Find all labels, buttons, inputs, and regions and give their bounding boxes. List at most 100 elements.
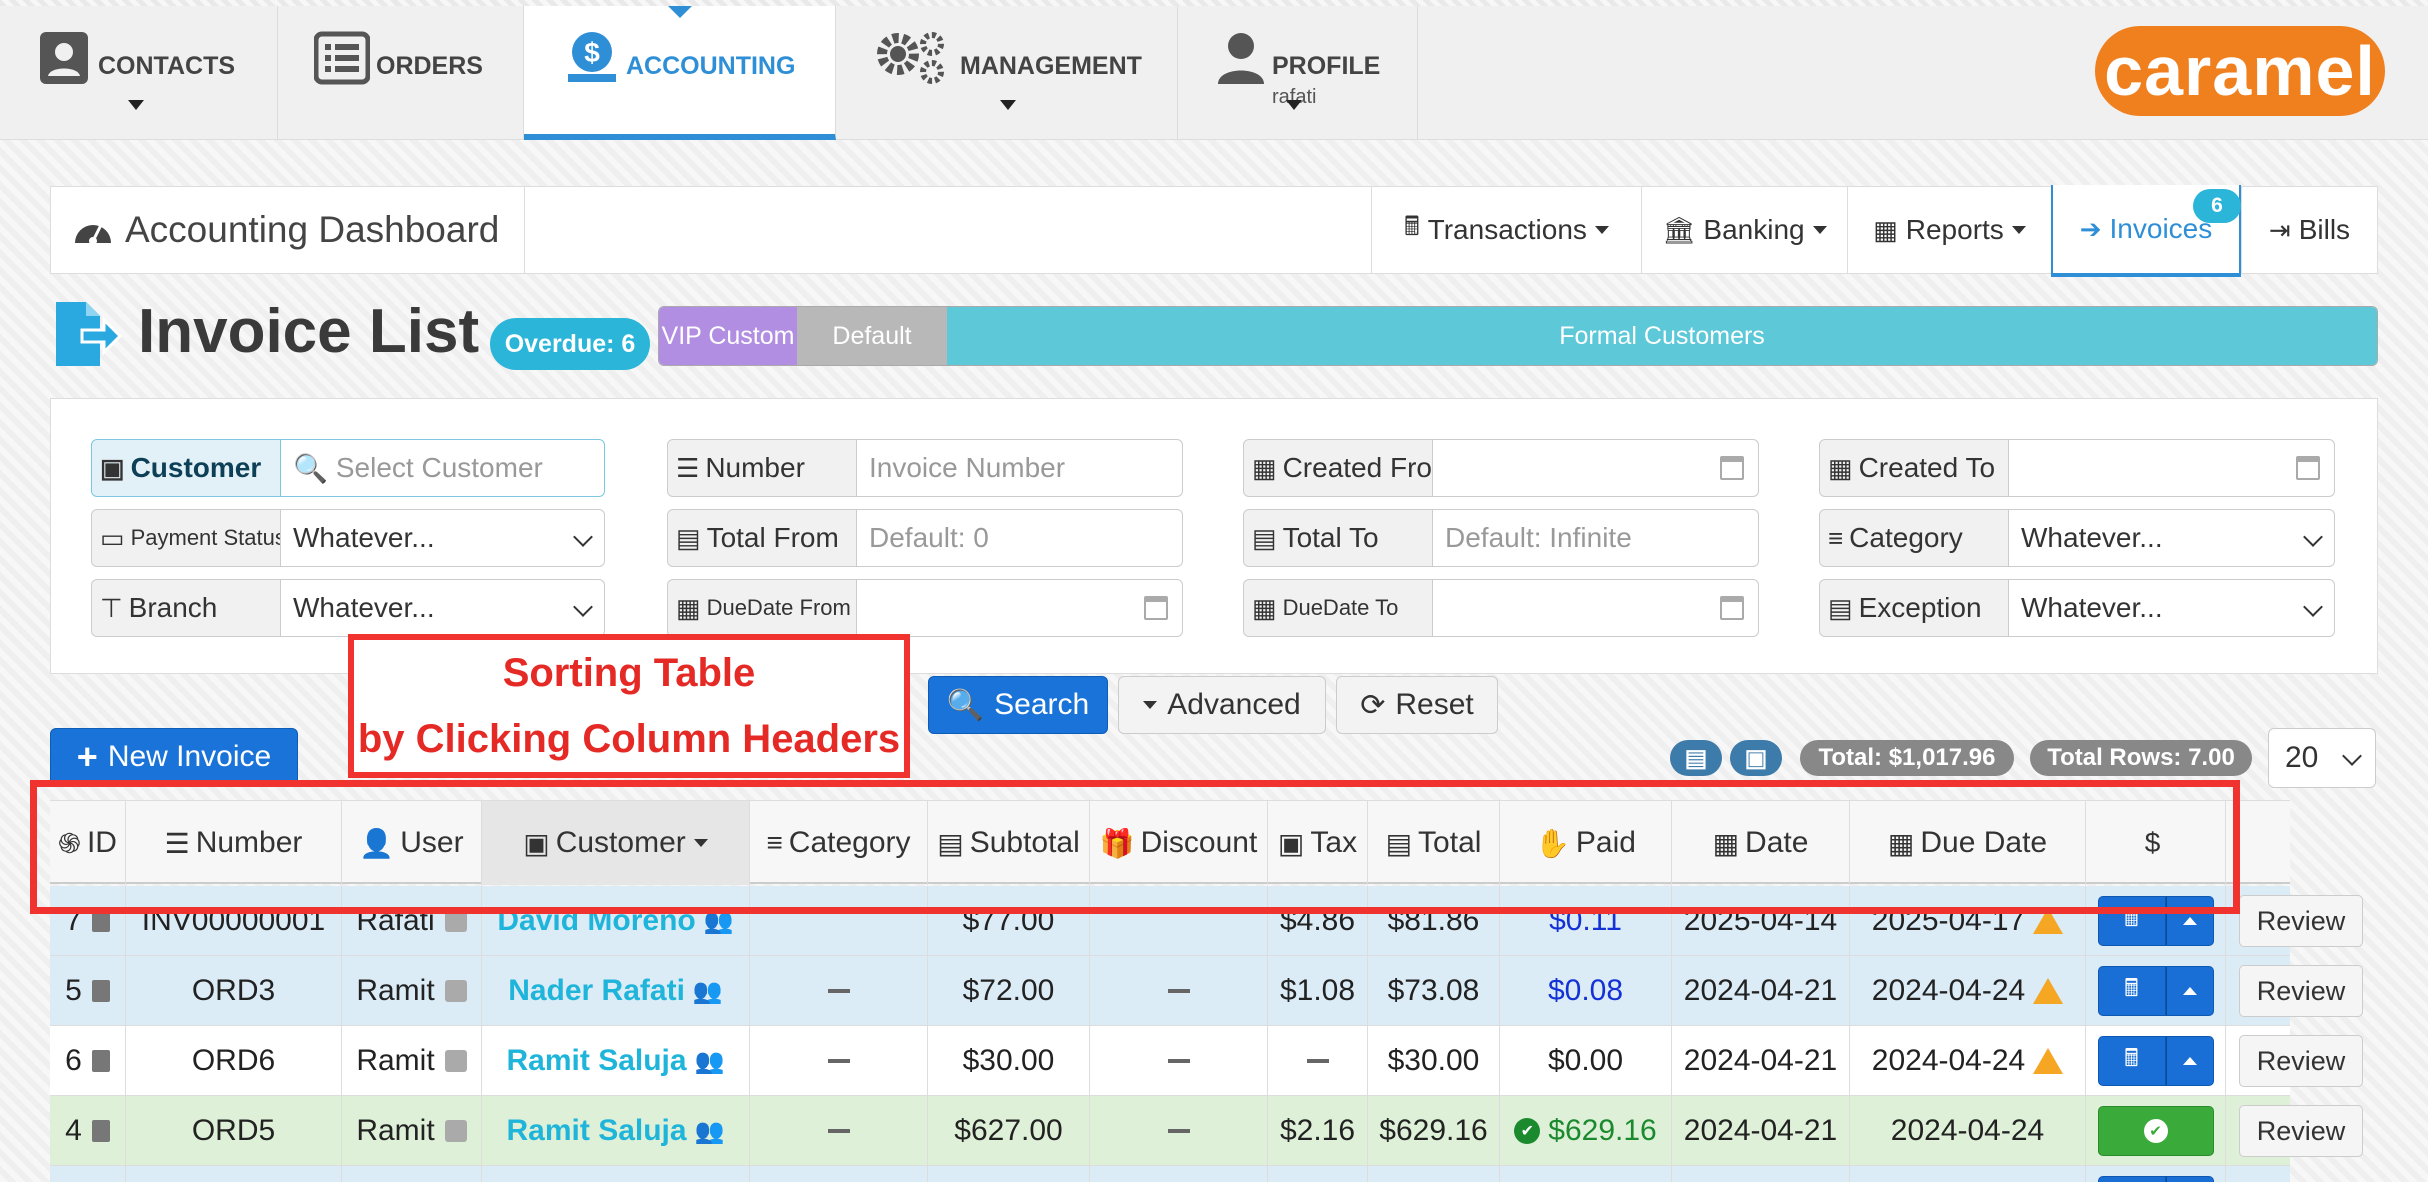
tab-invoices[interactable]: ➔ Invoices 6 [2051,185,2241,277]
pay-dropdown-button[interactable] [2165,1176,2214,1182]
total-from-input[interactable]: Default: 0 [857,509,1183,567]
customer-select[interactable]: 🔍 Select Customer [281,439,605,497]
customer-link[interactable]: Ramit Saluja [507,1044,687,1078]
pay-action-group: 🖩 [2097,1036,2214,1086]
calendar-icon: ▦ [1252,592,1277,623]
filter-number: ☰ Number Invoice Number [667,439,1183,497]
cell-subtotal [928,1166,1090,1182]
column-header-date[interactable]: ▦ Date [1672,801,1850,885]
tab-banking[interactable]: 🏛 Banking [1641,187,1847,273]
nav-accounting[interactable]: $ ACCOUNTING [524,6,836,140]
table-row[interactable]: 6 ORD6 Ramit Ramit Saluja 👥 $30.00 $30.00 $0.00… [50,1026,2363,1096]
invoice-number-input[interactable]: Invoice Number [857,439,1183,497]
cash-register-button[interactable]: 🖩 [2097,1036,2166,1086]
branch-select[interactable]: Whatever... [281,579,605,637]
nav-management-label: MANAGEMENT [960,52,1142,80]
caramel-logo[interactable]: caramel [2095,26,2385,116]
tab-reports[interactable]: ▦ Reports [1847,187,2051,273]
column-header-pay[interactable]: $ [2086,801,2226,885]
customer-link[interactable]: Nader Rafati [508,974,685,1008]
cell-customer: Ramit Saluja 👥 [482,1096,750,1166]
category-select[interactable]: Whatever... [2009,509,2335,567]
cash-register-button[interactable]: 🖩 [2097,896,2166,946]
clipboard-icon[interactable] [91,1050,110,1072]
cash-register-button[interactable]: 🖩 [2097,1176,2166,1182]
filter-duedate-to-label: ▦ DueDate To [1243,579,1433,637]
payment-status-select[interactable]: Whatever... [281,509,605,567]
column-header-due-date[interactable]: ▦ Due Date [1850,801,2086,885]
customer-link[interactable]: David Moreno [497,904,695,938]
column-header-paid[interactable]: ✋ Paid [1500,801,1672,885]
column-header-tax[interactable]: ▣ Tax [1268,801,1368,885]
created-from-input[interactable] [1433,439,1759,497]
cell-paid: $0.08 [1500,956,1672,1026]
pay-dropdown-button[interactable] [2165,896,2214,946]
paid-value: $0.08 [1547,974,1624,1007]
total-to-input[interactable]: Default: Infinite [1433,509,1759,567]
tab-transactions[interactable]: 🖩 Transactions [1371,187,1641,273]
paid-value: $0.11 [1549,904,1622,937]
review-button[interactable]: Review [2239,1105,2363,1157]
column-header-total[interactable]: ▤ Total [1368,801,1500,885]
chevron-down-icon [2303,597,2323,617]
reset-button[interactable]: ⟳ Reset [1336,676,1498,734]
customer-link[interactable]: Ramit Saluja [507,1114,687,1148]
cell-total [1368,1166,1500,1182]
calendar-icon [1720,456,1744,480]
duedate-to-input[interactable] [1433,579,1759,637]
nav-contacts[interactable]: CONTACTS [0,6,278,140]
nav-orders[interactable]: ORDERS [278,6,524,140]
column-header-user[interactable]: 👤 User [342,801,482,885]
nav-contacts-label: CONTACTS [98,52,236,80]
tab-bills[interactable]: ⇥ Bills [2241,187,2377,273]
dashboard-title-area[interactable]: Accounting Dashboard [51,187,525,273]
clipboard-icon[interactable] [91,980,110,1002]
clipboard-icon[interactable] [91,1120,110,1142]
cell-paid [1500,1166,1672,1182]
review-button[interactable]: Review [2239,1035,2363,1087]
new-invoice-button[interactable]: + New Invoice [50,728,298,786]
table-row[interactable]: 5 ORD3 Ramit Nader Rafati 👥 $72.00 $1.08 $73.08… [50,956,2363,1026]
paid-status-button[interactable]: ✔ [2097,1106,2214,1156]
category-default[interactable]: Default [797,307,947,365]
caret-up-icon [2182,987,2197,995]
table-row[interactable]: 4 ORD5 Ramit Ramit Saluja 👥 $627.00 $2.16 $629.… [50,1096,2363,1166]
table-row[interactable]: 7 INV00000001 Rafati David Moreno 👥 $77.00 $4.… [50,886,2363,956]
search-button[interactable]: 🔍 Search [928,676,1108,734]
calendar-icon [1720,596,1744,620]
briefcase-icon: ▣ [1744,744,1768,772]
nav-profile[interactable]: PROFILE rafati [1178,6,1418,140]
review-button[interactable]: Review [2239,895,2363,947]
category-vip[interactable]: VIP Custom [659,307,797,365]
briefcase-button[interactable]: ▣ [1730,740,1782,776]
page-size-select[interactable]: 20 [2268,728,2376,788]
table-row[interactable]: 🖩 [50,1166,2290,1182]
cash-register-button[interactable]: 🖩 [2097,966,2166,1016]
advanced-button[interactable]: Advanced [1118,676,1326,734]
export-document-button[interactable]: ▤ [1670,740,1722,776]
category-formal[interactable]: Formal Customers [947,307,2377,365]
review-button[interactable]: Review [2239,965,2363,1017]
pay-dropdown-button[interactable] [2165,1036,2214,1086]
puzzle-icon [444,910,467,932]
column-header-category[interactable]: ≡ Category [750,801,928,885]
filter-duedate-to: ▦ DueDate To [1243,579,1759,637]
cell-category [750,1166,928,1182]
duedate-from-input[interactable] [857,579,1183,637]
gift-icon: 🎁 [1099,827,1135,859]
check-circle-icon: ✔ [1514,1118,1541,1144]
column-header-subtotal[interactable]: ▤ Subtotal [928,801,1090,885]
exception-select[interactable]: Whatever... [2009,579,2335,637]
cell-user: Ramit [342,956,482,1026]
clipboard-icon[interactable] [91,910,110,932]
column-header-number[interactable]: ☰ Number [126,801,342,885]
nav-management[interactable]: MANAGEMENT [836,6,1178,140]
subtotal-value: $627.00 [954,1114,1063,1147]
overdue-badge[interactable]: Overdue: 6 [490,318,650,370]
column-header-id[interactable]: ֍ ID [50,801,126,885]
calendar-icon [1144,596,1168,620]
column-header-customer[interactable]: ▣ Customer [482,801,750,885]
column-header-discount[interactable]: 🎁 Discount [1090,801,1268,885]
pay-dropdown-button[interactable] [2165,966,2214,1016]
created-to-input[interactable] [2009,439,2335,497]
